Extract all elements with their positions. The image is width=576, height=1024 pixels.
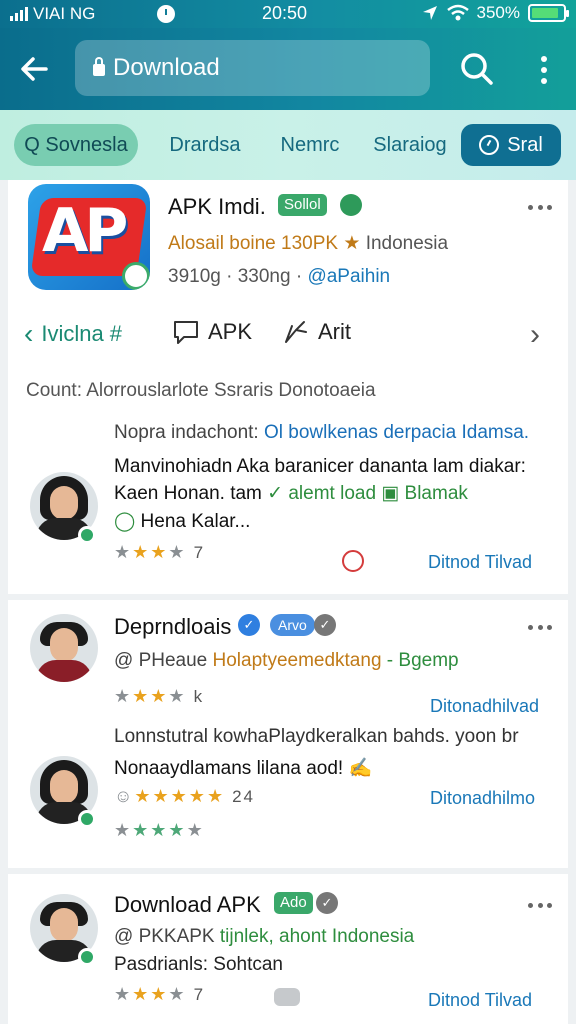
counts-line: Count: Alorrouslarlote Ssraris Donotoaei… bbox=[26, 380, 376, 401]
review-text-line3: ◯ Hena Kalar... bbox=[114, 511, 251, 532]
reviewer-handle: @ PKKAPK tijnlek, ahont Indonesia bbox=[114, 926, 415, 947]
download-link[interactable]: Ditonadhilvad bbox=[430, 696, 539, 717]
tab-sral-label: Sral bbox=[507, 133, 543, 156]
tab-sral[interactable]: Sral bbox=[461, 124, 561, 166]
clock: 20:50 bbox=[262, 3, 308, 23]
battery-percent: 350% bbox=[476, 3, 520, 22]
review-text-line2: Kaen Honan. tam ✓ alemt load ▣ Blamak bbox=[114, 483, 468, 504]
card-menu-icon[interactable] bbox=[528, 202, 552, 212]
action-first[interactable]: ‹ Iviclna # bbox=[24, 318, 122, 350]
action-share[interactable]: Arit bbox=[282, 318, 351, 346]
timer-icon bbox=[342, 550, 364, 572]
app-title: APK Imdi. bbox=[168, 194, 266, 219]
back-arrow-icon[interactable] bbox=[14, 48, 56, 90]
download-link[interactable]: Ditonadhilmo bbox=[430, 788, 535, 809]
rating-stars: ★★★★ 7 bbox=[114, 984, 206, 1004]
toggle-button[interactable] bbox=[274, 988, 300, 1006]
app-meta-line1: Alosail boine 130PK ★ Indonesia bbox=[168, 233, 449, 254]
info-icon: ✓ bbox=[316, 892, 338, 914]
app-logo[interactable]: AP bbox=[28, 184, 150, 290]
online-indicator bbox=[78, 810, 96, 828]
wifi-icon bbox=[446, 4, 469, 21]
online-indicator bbox=[78, 948, 96, 966]
verified-icon bbox=[340, 194, 362, 216]
review-text-line1: Manvinohiadn Aka baranicer dananta lam d… bbox=[114, 456, 526, 477]
rating-stars: ★★★★★ bbox=[114, 820, 205, 840]
search-icon[interactable] bbox=[456, 48, 498, 90]
verified-check-icon: ✓ bbox=[238, 614, 260, 636]
review-text-line1: Lonnstutral kowhaPlaydkeralkan bahds. yo… bbox=[114, 726, 519, 747]
review-card: Download APK Ado ✓ @ PKKAPK tijnlek, aho… bbox=[8, 874, 568, 1024]
review-text-line2: Nonaaydlamans lilana aod! ✍ bbox=[114, 758, 373, 779]
search-input[interactable]: Download bbox=[75, 40, 430, 96]
reviewer-badge: Arvo bbox=[270, 614, 315, 636]
tab-slaraiog[interactable]: Slaraiog bbox=[360, 124, 460, 166]
info-icon: ✓ bbox=[314, 614, 336, 636]
signal-icon bbox=[10, 7, 28, 21]
share-icon bbox=[285, 321, 307, 343]
review-text-line1: Pasdrianls: Sohtcan bbox=[114, 954, 283, 975]
search-input-value: Download bbox=[113, 54, 220, 81]
rating-stars: ★★★★ k bbox=[114, 686, 205, 706]
tab-sovnesla[interactable]: Q Sovnesla bbox=[14, 124, 138, 166]
lock-icon bbox=[93, 57, 105, 76]
app-meta-line2: 3910g · 330ng · @aPaihin bbox=[168, 266, 391, 287]
app-card: AP APK Imdi. Sollol Alosail boine 130PK … bbox=[8, 180, 568, 594]
status-badge: Sollol bbox=[278, 194, 327, 216]
status-bar: VIAI NG 20:50 350% bbox=[0, 0, 576, 28]
rating-stars: ★★★★ 7 bbox=[114, 542, 206, 562]
reviewer-name: Deprndloais bbox=[114, 614, 232, 639]
battery-icon bbox=[528, 4, 569, 22]
card-menu-icon[interactable] bbox=[528, 900, 552, 910]
reviewer-name: Download APK bbox=[114, 892, 261, 917]
shield-icon bbox=[122, 262, 150, 290]
timer-icon bbox=[479, 135, 500, 155]
tab-bar: Q Sovnesla Drardsa Nemrc Slaraiog Sral bbox=[0, 110, 576, 180]
chevron-right-icon[interactable]: › bbox=[530, 318, 540, 352]
comment-icon bbox=[174, 321, 198, 344]
tab-drardsa[interactable]: Drardsa bbox=[150, 124, 260, 166]
action-apk[interactable]: APK bbox=[172, 318, 252, 346]
chevron-left-icon: ‹ bbox=[24, 318, 34, 349]
card-menu-icon[interactable] bbox=[528, 622, 552, 632]
avatar[interactable] bbox=[30, 614, 98, 682]
reviewer-handle: @ PHeaue Holaptyeemedktang - Bgemp bbox=[114, 650, 459, 671]
alarm-icon bbox=[157, 5, 175, 23]
review-heading: Nopra indachont: Ol bowlkenas derpacia I… bbox=[114, 422, 530, 443]
action-row: ‹ Iviclna # APK Arit › bbox=[8, 312, 568, 352]
location-icon bbox=[422, 6, 437, 20]
tab-nemrc[interactable]: Nemrc bbox=[262, 124, 358, 166]
app-logo-text: AP bbox=[42, 196, 128, 266]
app-bar: Download bbox=[0, 28, 576, 110]
more-options-icon[interactable] bbox=[528, 50, 560, 90]
rating-stars: ☺★★★★★ 24 bbox=[114, 786, 256, 806]
reviewer-badge: Ado bbox=[274, 892, 313, 914]
online-indicator bbox=[78, 526, 96, 544]
content-area: AP APK Imdi. Sollol Alosail boine 130PK … bbox=[8, 180, 568, 1024]
download-link[interactable]: Ditnod Tilvad bbox=[428, 552, 532, 573]
download-link[interactable]: Ditnod Tilvad bbox=[428, 990, 532, 1011]
carrier-label: VIAI NG bbox=[33, 4, 96, 23]
review-card: Deprndloais ✓ Arvo ✓ @ PHeaue Holaptyeem… bbox=[8, 600, 568, 868]
